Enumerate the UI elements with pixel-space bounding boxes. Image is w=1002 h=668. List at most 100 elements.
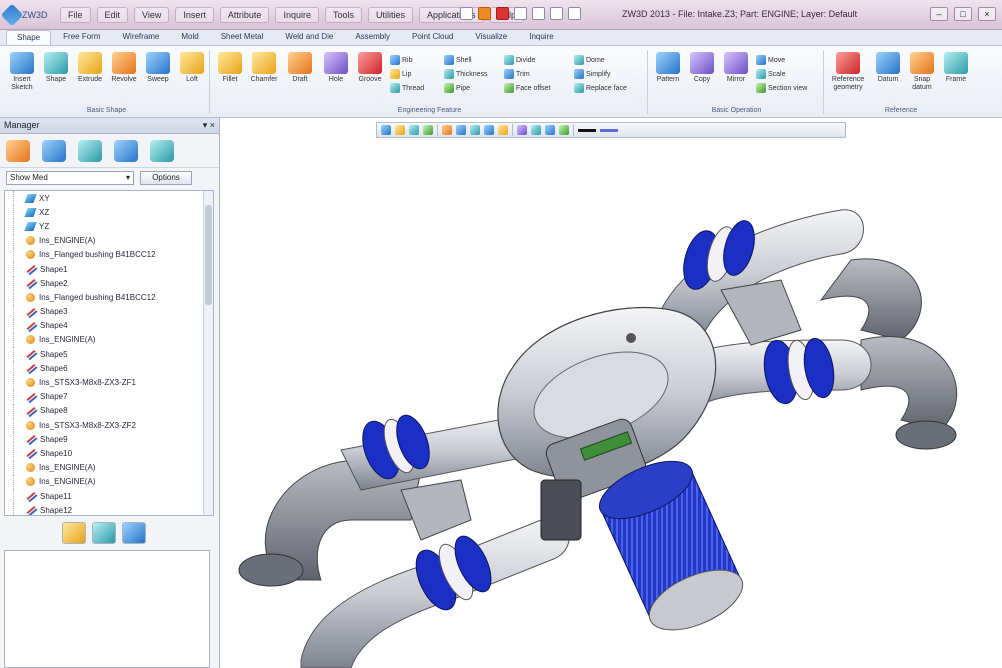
menu-file[interactable]: File — [60, 7, 91, 23]
rib-button[interactable]: Rib — [390, 54, 413, 66]
view-cube-icon[interactable] — [517, 125, 527, 135]
grid-icon[interactable] — [423, 125, 433, 135]
pick-icon[interactable] — [395, 125, 405, 135]
tree-item[interactable]: Shape2 — [13, 276, 213, 291]
lip-button[interactable]: Lip — [390, 68, 411, 80]
tree-item[interactable]: YZ — [13, 219, 213, 234]
sweep-button[interactable]: Sweep — [142, 52, 174, 84]
thickness-button[interactable]: Thickness — [444, 68, 488, 80]
extrude-button[interactable]: Extrude — [74, 52, 106, 84]
history-tab-icon[interactable] — [62, 522, 86, 544]
shape-button[interactable]: Shape — [40, 52, 72, 84]
view-filter-icon[interactable] — [381, 125, 391, 135]
panel-pin-icon[interactable]: ▾ × — [203, 120, 215, 131]
menu-insert[interactable]: Insert — [175, 7, 214, 23]
copy-button[interactable]: Copy — [686, 52, 718, 84]
replace-face-button[interactable]: Replace face — [574, 82, 627, 94]
tab-sheet-metal[interactable]: Sheet Metal — [211, 30, 274, 45]
scale-button[interactable]: Scale — [756, 68, 786, 80]
tree-item[interactable]: XZ — [13, 205, 213, 220]
frame-button[interactable]: Frame — [940, 52, 972, 84]
hole-button[interactable]: Hole — [320, 52, 352, 84]
mirror-button[interactable]: Mirror — [720, 52, 752, 84]
tree-item[interactable]: Shape8 — [13, 403, 213, 418]
zoom-window-icon[interactable] — [484, 125, 494, 135]
print-icon[interactable] — [514, 7, 527, 20]
tree-item[interactable]: Shape10 — [13, 446, 213, 461]
filter-dropdown[interactable]: Show Med ▾ — [6, 171, 134, 185]
menu-edit[interactable]: Edit — [96, 7, 129, 23]
tree-item[interactable]: Shape3 — [13, 304, 213, 319]
history-manager-icon[interactable] — [6, 140, 30, 162]
tab-wireframe[interactable]: Wireframe — [112, 30, 169, 45]
loft-button[interactable]: Loft — [176, 52, 208, 84]
tree-item[interactable]: Shape9 — [13, 432, 213, 447]
tree-item[interactable]: Ins_Flanged bushing B41BCC12 — [13, 290, 213, 305]
menu-attribute[interactable]: Attribute — [219, 7, 270, 23]
save-icon[interactable] — [496, 7, 509, 20]
output-manager-icon[interactable] — [150, 140, 174, 162]
settings-icon[interactable] — [568, 7, 581, 20]
pipe-button[interactable]: Pipe — [444, 82, 470, 94]
tab-point-cloud[interactable]: Point Cloud — [402, 30, 463, 45]
section-icon[interactable] — [531, 125, 541, 135]
tab-mold[interactable]: Mold — [171, 30, 208, 45]
menu-tools[interactable]: Tools — [324, 7, 362, 23]
open-file-icon[interactable] — [478, 7, 491, 20]
wireframe-icon[interactable] — [456, 125, 466, 135]
face-offset-button[interactable]: Face offset — [504, 82, 551, 94]
tree-item[interactable]: Shape11 — [13, 488, 213, 504]
draft-button[interactable]: Draft — [284, 52, 316, 84]
snap-datum-button[interactable]: Snap datum — [906, 52, 938, 92]
tree-item[interactable]: Ins_ENGINE(A) — [13, 332, 213, 348]
simplify-button[interactable]: Simplify — [574, 68, 611, 80]
tree-item[interactable]: Ins_ENGINE(A) — [13, 460, 213, 475]
tab-visualize[interactable]: Visualize — [465, 30, 517, 45]
tree-item[interactable]: Ins_STSX3-M8x8-ZX3-ZF1 — [13, 375, 213, 390]
render-icon[interactable] — [559, 125, 569, 135]
tab-inquire[interactable]: Inquire — [519, 30, 563, 45]
view-manager-icon[interactable] — [114, 140, 138, 162]
undo-icon[interactable] — [532, 7, 545, 20]
move-button[interactable]: Move — [756, 54, 785, 66]
fillet-button[interactable]: Fillet — [214, 52, 246, 84]
reference-geometry-button[interactable]: Reference geometry — [828, 52, 868, 92]
measure-icon[interactable] — [545, 125, 555, 135]
tree-item[interactable]: Shape7 — [13, 389, 213, 404]
tree-item[interactable]: Shape12 — [13, 503, 213, 515]
minimize-icon[interactable]: – — [930, 7, 948, 21]
line-style-swatch[interactable] — [600, 128, 618, 132]
zoom-all-icon[interactable] — [470, 125, 480, 135]
menu-view[interactable]: View — [134, 7, 170, 23]
menu-utilities[interactable]: Utilities — [367, 7, 413, 23]
options-button[interactable]: Options — [140, 171, 192, 185]
tab-shape[interactable]: Shape — [6, 30, 52, 45]
app-logo[interactable]: ZW3D — [0, 3, 48, 27]
tree-item[interactable]: Ins_ENGINE(A) — [13, 474, 213, 489]
tree-item[interactable]: Ins_ENGINE(A) — [13, 233, 213, 248]
close-icon[interactable]: × — [978, 7, 996, 21]
tree-item[interactable]: Shape1 — [13, 261, 213, 277]
assembly-tab-icon[interactable] — [92, 522, 116, 544]
tab-weld-and-die[interactable]: Weld and Die — [275, 30, 343, 45]
redo-icon[interactable] — [550, 7, 563, 20]
tree-item[interactable]: Ins_Flanged bushing B41BCC12 — [13, 247, 213, 262]
tree-item[interactable]: Shape5 — [13, 347, 213, 362]
menu-inquire[interactable]: Inquire — [275, 7, 319, 23]
tree-item[interactable]: Shape4 — [13, 318, 213, 333]
tree-item[interactable]: Shape6 — [13, 361, 213, 376]
layer-tab-icon[interactable] — [122, 522, 146, 544]
chamfer-button[interactable]: Chamfer — [248, 52, 280, 84]
assembly-manager-icon[interactable] — [42, 140, 66, 162]
pattern-button[interactable]: Pattern — [652, 52, 684, 84]
datum-button[interactable]: Datum — [872, 52, 904, 84]
section-view-button[interactable]: Section view — [756, 82, 807, 94]
insert-sketch-button[interactable]: Insert Sketch — [6, 52, 38, 92]
tree-scrollbar[interactable] — [203, 191, 213, 515]
tab-free-form[interactable]: Free Form — [53, 30, 110, 45]
shell-button[interactable]: Shell — [444, 54, 472, 66]
tab-assembly[interactable]: Assembly — [345, 30, 400, 45]
tree-item[interactable]: Ins_STSX3-M8x8-ZX3-ZF2 — [13, 418, 213, 433]
intake-manifold-model[interactable] — [221, 140, 1002, 668]
shaded-icon[interactable] — [442, 125, 452, 135]
